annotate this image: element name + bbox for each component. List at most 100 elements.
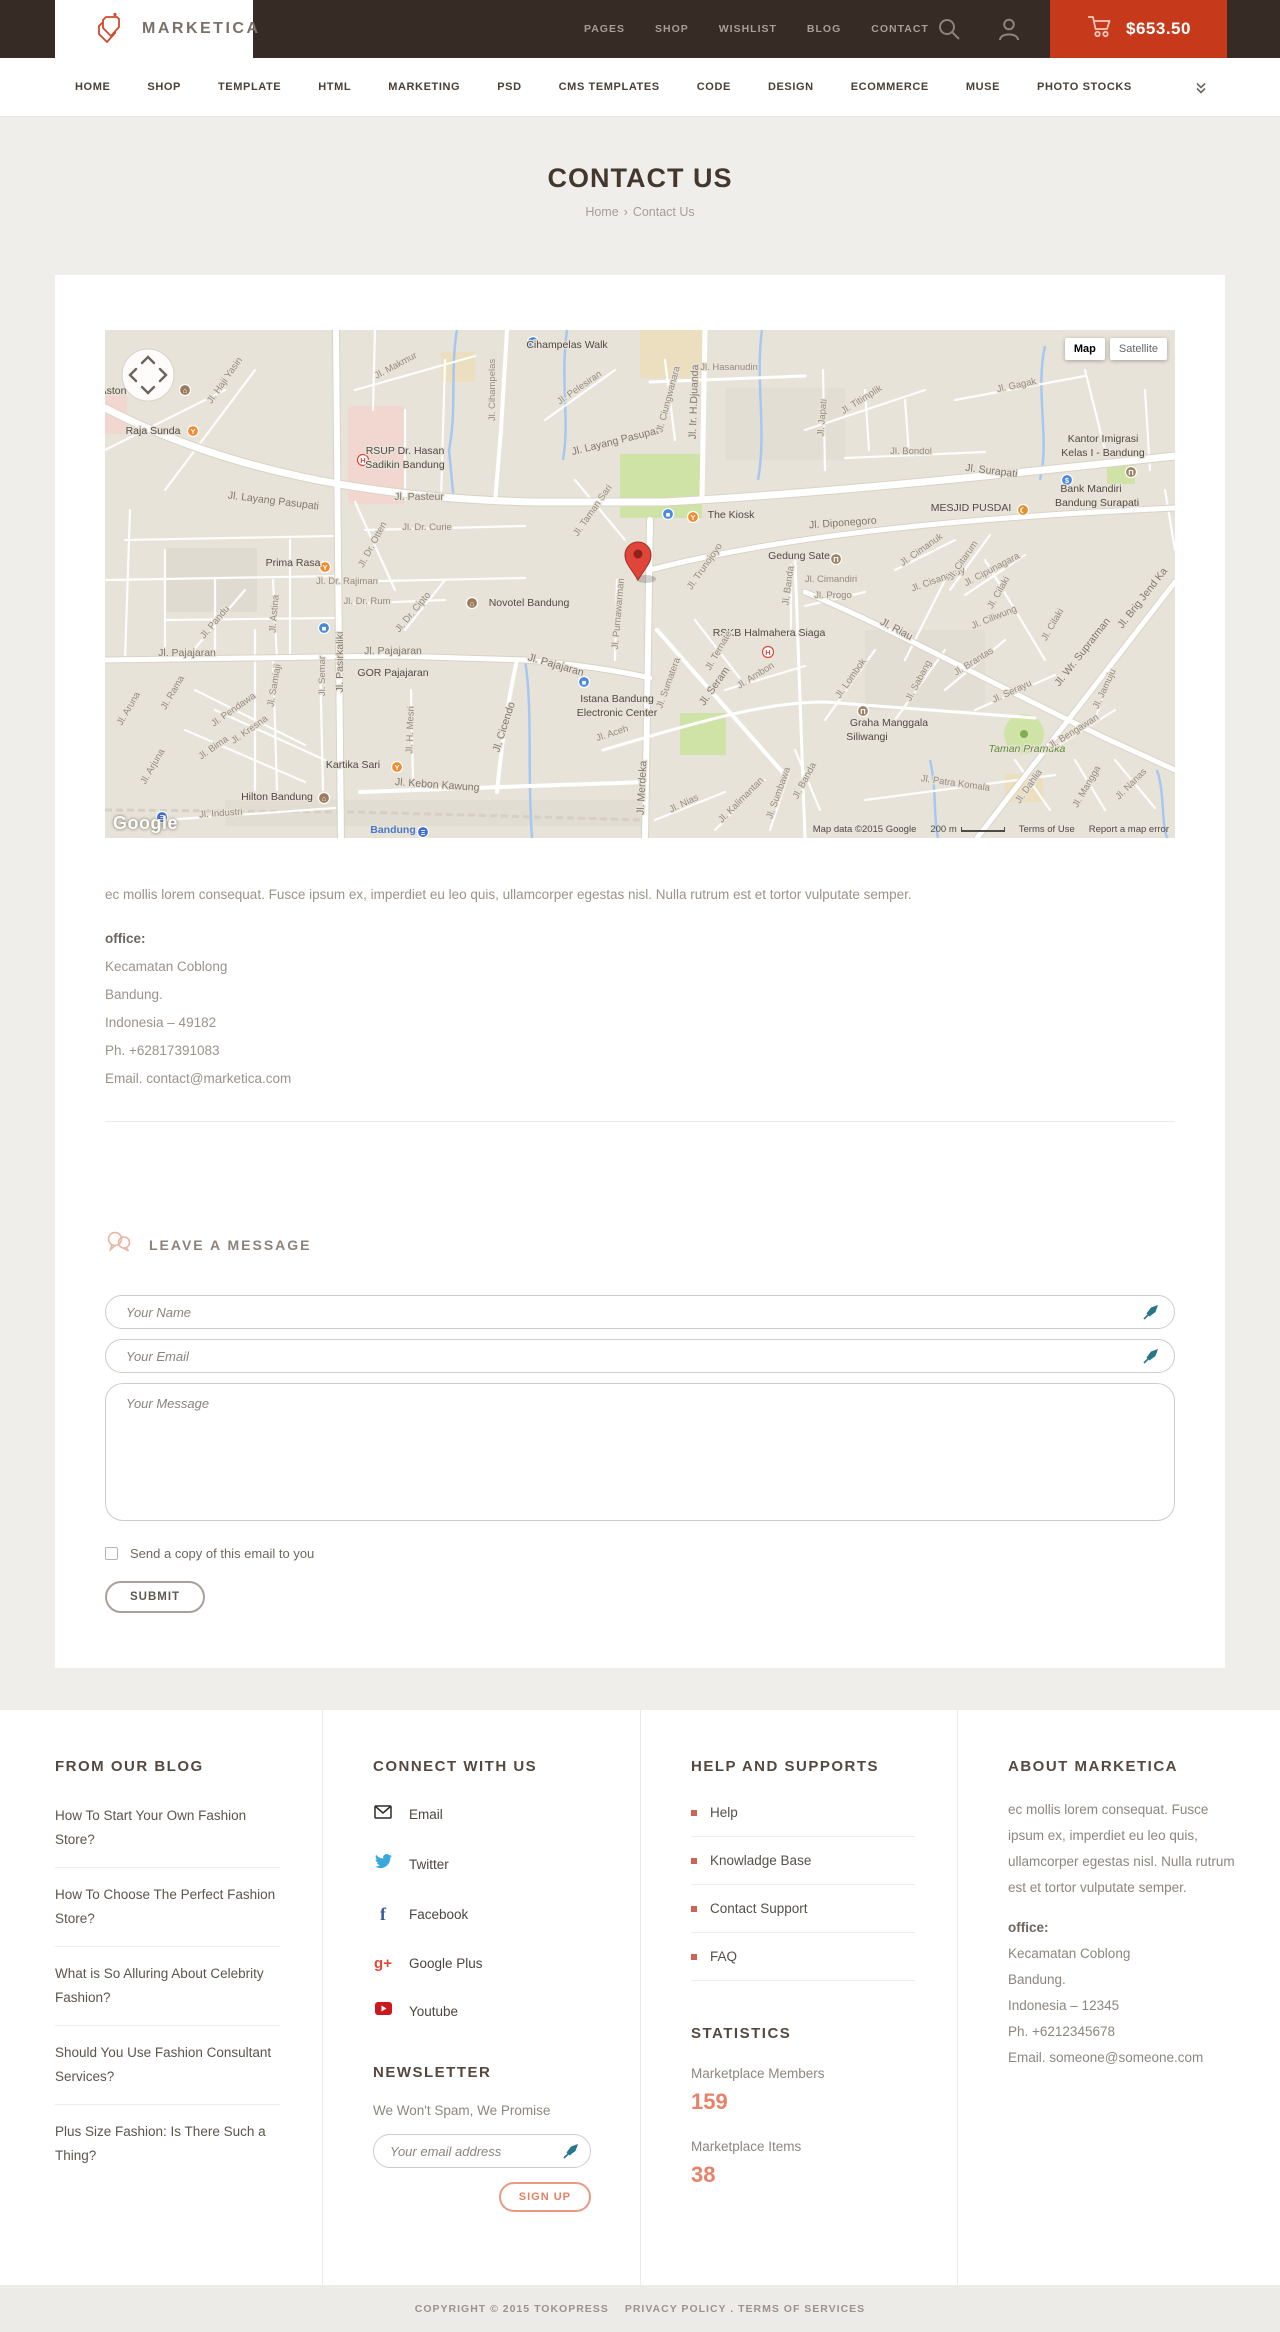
svg-text:Π: Π [833,555,838,564]
chevron-double-down-icon[interactable] [1194,81,1208,100]
map-label: Cihampelas Walk [526,339,608,351]
header-nav-pages[interactable]: PAGES [584,23,625,35]
map-label: Electronic Center [577,707,658,719]
map-label: Jl. Progo [814,590,852,601]
copyright-text: COPYRIGHT © 2015 TOKOPRESS [414,2302,609,2315]
logo[interactable]: MARKETICA [55,0,258,58]
main-nav-template[interactable]: TEMPLATE [218,81,281,93]
send-copy-checkbox[interactable] [105,1547,118,1560]
stat-label: Marketplace Items [691,2139,802,2154]
main-nav-shop[interactable]: SHOP [147,81,181,93]
page-hero: CONTACT US Home › Contact Us [0,117,1280,275]
train-station-poi-icon: Ξ [416,825,430,838]
blog-post-link[interactable]: How To Start Your Own Fashion Store? [55,1789,280,1868]
send-copy-label: Send a copy of this email to you [130,1546,315,1561]
copyright-bar: COPYRIGHT © 2015 TOKOPRESS PRIVACY POLIC… [0,2285,1280,2332]
signup-button[interactable]: SIGN UP [498,2182,591,2212]
page-title: CONTACT US [547,163,733,193]
map-view-button[interactable]: Map [1064,338,1105,360]
breadcrumb-home[interactable]: Home [585,205,618,219]
map-data-text: Map data ©2015 Google [812,824,917,835]
stat-label: Marketplace Members [691,2066,825,2081]
header-nav-contact[interactable]: CONTACT [871,23,929,35]
social-link-youtube[interactable]: Youtube [373,2002,598,2020]
help-link[interactable]: Contact Support [691,1885,915,1933]
cart-button[interactable]: $653.50 [1050,0,1227,58]
terms-of-use-link[interactable]: Terms of Use [1019,824,1075,835]
office-line: Indonesia – 49182 [105,1015,217,1030]
svg-text:Π: Π [1128,468,1133,477]
main-nav-cms-templates[interactable]: CMS TEMPLATES [559,81,660,93]
contact-card: YYYYHH⌂⌂⌂☾$ΠΠΠ■■■■ΞΞ AstonRaja SundaJl. … [55,275,1225,1668]
map-label: RSUP Dr. Hasan [366,445,445,457]
statistics-heading: STATISTICS [691,2025,792,2042]
satellite-view-button[interactable]: Satellite [1109,338,1167,360]
google-map[interactable]: YYYYHH⌂⌂⌂☾$ΠΠΠ■■■■ΞΞ AstonRaja SundaJl. … [105,330,1175,838]
social-link-email[interactable]: Email [373,1805,598,1824]
main-nav-home[interactable]: HOME [75,81,110,93]
bullet-icon [691,1857,697,1864]
blog-post-link[interactable]: What is So Alluring About Celebrity Fash… [55,1947,280,2026]
help-link[interactable]: Help [691,1789,915,1837]
map-label: Jl. Pasteur [394,491,444,503]
breadcrumb: Home › Contact Us [0,205,1280,219]
blog-post-link[interactable]: Plus Size Fashion: Is There Such a Thing… [55,2105,280,2183]
newsletter-heading: NEWSLETTER [373,2064,492,2081]
svg-text:☾: ☾ [1020,506,1027,515]
map-label: Jl. Cihampelas [487,359,498,422]
map-label: Jl. Cimandiri [805,574,857,585]
map-label: Jl. Hasanudin [700,362,758,373]
map-label: GOR Pajajaran [357,667,428,679]
svg-text:⌂: ⌂ [183,386,188,395]
restaurant-poi-icon: Y [186,424,200,438]
help-link[interactable]: Knowladge Base [691,1837,915,1885]
user-account-icon[interactable] [996,16,1022,47]
header-nav-blog[interactable]: BLOG [807,23,841,35]
main-nav-design[interactable]: DESIGN [768,81,814,93]
help-link[interactable]: FAQ [691,1933,915,1981]
main-nav-marketing[interactable]: MARKETING [388,81,460,93]
submit-button[interactable]: SUBMIT [105,1581,206,1613]
mosque-poi-icon: ☾ [1016,503,1030,517]
svg-text:Y: Y [190,427,195,436]
name-input[interactable] [105,1295,1175,1329]
social-link-googleplus[interactable]: g+ Google Plus [373,1955,598,1972]
report-map-error-link[interactable]: Report a map error [1089,824,1169,835]
header-nav-shop[interactable]: SHOP [655,23,689,35]
bullet-icon [691,1953,697,1960]
brand-name: MARKETICA [142,20,261,37]
blog-post-link[interactable]: Should You Use Fashion Consultant Servic… [55,2026,280,2105]
footer-help-column: HELP AND SUPPORTS Help Knowladge Base Co… [640,1710,957,2285]
map-label: Jl. Dr. Rajiman [316,576,378,587]
newsletter-email-input[interactable] [373,2134,591,2168]
shopping-poi-icon: ■ [661,507,675,521]
svg-text:Y: Y [394,763,399,772]
google-logo[interactable]: Google [113,813,178,834]
shopping-poi-icon: ■ [317,621,331,635]
svg-text:■: ■ [666,510,671,519]
cart-total: $653.50 [1126,19,1191,38]
office-line: Kecamatan Coblong [1008,1946,1131,1961]
main-nav-ecommerce[interactable]: ECOMMERCE [851,81,929,93]
map-label: Graha Manggala [850,717,928,729]
googleplus-icon: g+ [374,1955,392,1972]
map-label: Jl. Bondol [890,446,932,457]
message-textarea[interactable] [105,1383,1175,1521]
main-nav-code[interactable]: CODE [697,81,731,93]
email-input[interactable] [105,1339,1175,1373]
search-icon[interactable] [936,16,962,47]
main-nav-html[interactable]: HTML [318,81,351,93]
social-link-facebook[interactable]: f Facebook [373,1904,598,1925]
connect-heading: CONNECT WITH US [373,1758,538,1775]
office-line: Kecamatan Coblong [105,959,228,974]
hotel-poi-icon: ⌂ [317,791,331,805]
header-nav-wishlist[interactable]: WISHLIST [719,23,777,35]
main-nav-photo-stocks[interactable]: PHOTO STOCKS [1037,81,1132,93]
main-nav-psd[interactable]: PSD [497,81,521,93]
breadcrumb-current: Contact Us [632,205,695,219]
social-link-twitter[interactable]: Twitter [373,1854,598,1874]
blog-post-link[interactable]: How To Choose The Perfect Fashion Store? [55,1868,280,1947]
main-nav-muse[interactable]: MUSE [966,81,1000,93]
privacy-policy-link[interactable]: PRIVACY POLICY [625,2303,727,2315]
terms-of-services-link[interactable]: TERMS OF SERVICES [738,2303,865,2315]
